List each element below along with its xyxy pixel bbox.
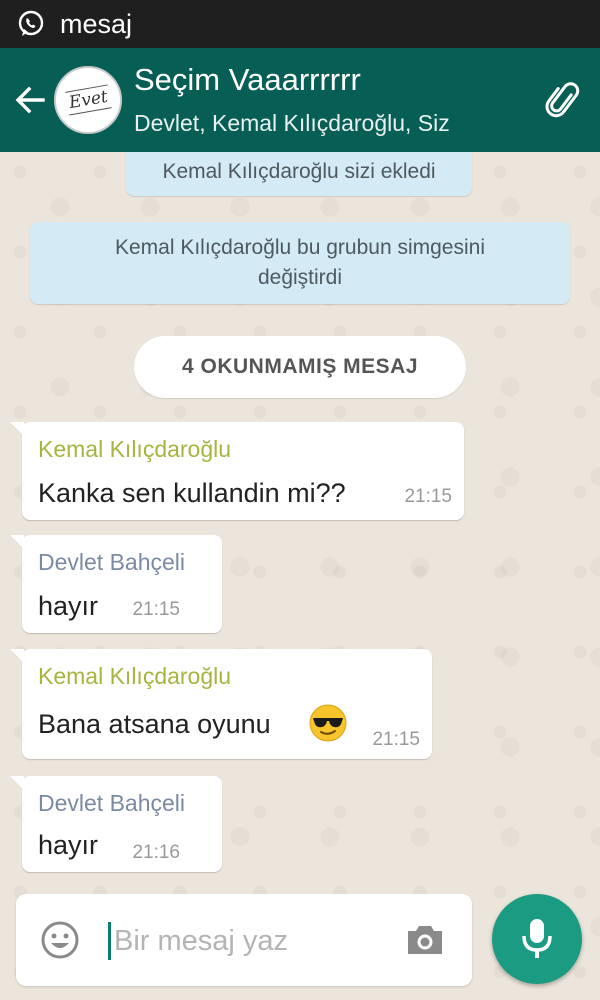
message-sender: Kemal Kılıçdaroğlu xyxy=(38,436,232,462)
attach-button[interactable] xyxy=(540,78,586,124)
group-members[interactable]: Devlet, Kemal Kılıçdaroğlu, Siz xyxy=(134,110,450,137)
message-text: Kanka sen kullandin mi?? xyxy=(38,478,346,508)
message-sender: Kemal Kılıçdaroğlu xyxy=(38,663,232,689)
message-sender: Devlet Bahçeli xyxy=(38,790,186,816)
message-input[interactable] xyxy=(112,916,406,966)
message-time: 21:15 xyxy=(372,729,420,750)
message-bubble[interactable]: Devlet Bahçeli hayır 21:16 xyxy=(10,776,222,872)
whatsapp-icon xyxy=(18,10,44,36)
chat-area[interactable]: Kemal Kılıçdaroğlu sizi ekledi Kemal Kıl… xyxy=(0,152,600,1000)
chat-header: Evet Seçim Vaaarrrrrr Devlet, Kemal Kılı… xyxy=(0,48,600,152)
message-time: 21:15 xyxy=(404,486,452,507)
system-message-line: değiştirdi xyxy=(257,266,343,289)
group-title[interactable]: Seçim Vaaarrrrrr xyxy=(134,62,361,98)
message-text: Bana atsana oyunu xyxy=(38,709,271,739)
voice-record-button[interactable] xyxy=(492,894,582,984)
paperclip-icon xyxy=(545,82,580,118)
message-composer xyxy=(16,894,472,986)
group-avatar[interactable]: Evet xyxy=(54,66,122,134)
message-text: hayır xyxy=(38,830,99,860)
message-bubble[interactable]: Devlet Bahçeli hayır 21:15 xyxy=(10,535,222,633)
message-bubble[interactable]: Kemal Kılıçdaroğlu Bana atsana oyunu 21:… xyxy=(10,649,432,759)
system-message-added: Kemal Kılıçdaroğlu sizi ekledi xyxy=(126,152,472,196)
message-sender: Devlet Bahçeli xyxy=(38,549,186,575)
back-button[interactable] xyxy=(10,80,50,120)
system-message-icon-changed: Kemal Kılıçdaroğlu bu grubun simgesini d… xyxy=(30,222,570,304)
message-bubble[interactable]: Kemal Kılıçdaroğlu Kanka sen kullandin m… xyxy=(10,422,464,520)
unread-divider: 4 OKUNMAMIŞ MESAJ xyxy=(134,336,466,398)
sunglasses-emoji xyxy=(309,704,347,742)
notification-text: mesaj xyxy=(60,8,133,39)
message-text: hayır xyxy=(38,591,99,621)
message-time: 21:15 xyxy=(132,599,180,620)
avatar-text: Evet xyxy=(64,84,112,116)
message-time: 21:16 xyxy=(132,842,180,863)
camera-icon[interactable] xyxy=(404,920,446,960)
microphone-icon xyxy=(522,919,552,958)
arrow-left-icon xyxy=(15,86,45,114)
smiley-icon[interactable] xyxy=(40,920,80,960)
system-message-line: Kemal Kılıçdaroğlu bu grubun simgesini xyxy=(114,236,486,259)
status-bar: mesaj xyxy=(0,0,600,48)
text-caret xyxy=(108,922,111,960)
